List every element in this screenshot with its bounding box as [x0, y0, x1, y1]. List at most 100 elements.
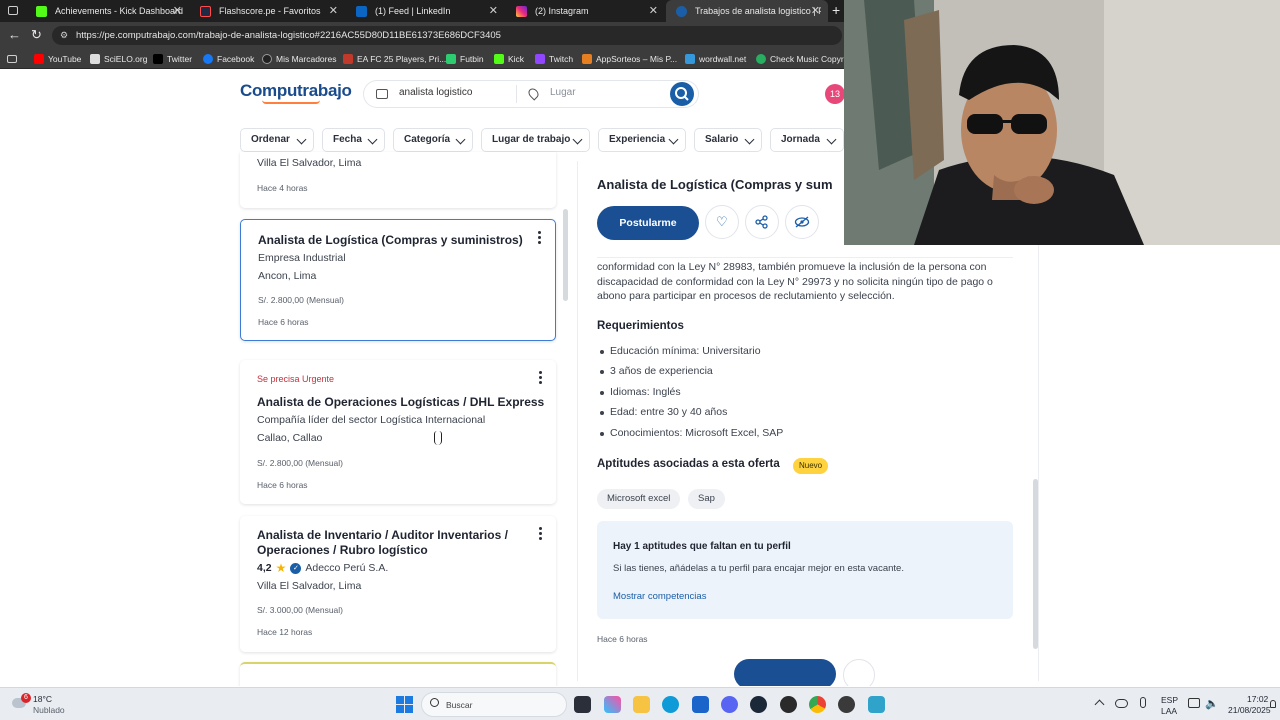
- job-card[interactable]: Se precisa Urgente Analista de Operacion…: [240, 360, 556, 504]
- microphone-icon[interactable]: [1140, 697, 1146, 708]
- skills-heading: Aptitudes asociadas a esta oferta: [597, 458, 780, 470]
- url-field[interactable]: ⚙ https://pe.computrabajo.com/trabajo-de…: [52, 26, 842, 45]
- bookmark-kick[interactable]: Kick: [494, 52, 524, 66]
- webcam-feed: [844, 0, 1280, 245]
- more-options-icon[interactable]: [539, 371, 542, 386]
- bookmark-wordwall[interactable]: wordwall.net: [685, 52, 746, 66]
- bookmark-eafc[interactable]: EA FC 25 Players, Pri...: [343, 52, 446, 66]
- close-icon[interactable]: ✕: [811, 4, 820, 17]
- notepad-icon[interactable]: [868, 696, 885, 713]
- job-card-partial[interactable]: Villa El Salvador, Lima Hace 4 horas: [240, 152, 556, 208]
- store-icon[interactable]: [692, 696, 709, 713]
- appsorteos-icon: [582, 54, 592, 64]
- bookmark-label: Check Music Copyri...: [770, 54, 853, 64]
- favorite-button-bottom[interactable]: [843, 659, 875, 686]
- tab-search-icon[interactable]: [8, 6, 18, 15]
- discord-icon[interactable]: [721, 696, 738, 713]
- bookmark-futbin[interactable]: Futbin: [446, 52, 484, 66]
- task-view-icon[interactable]: [574, 696, 591, 713]
- filter-label: Salario: [705, 134, 739, 145]
- bookmark-label: Facebook: [217, 54, 255, 64]
- clock-time[interactable]: 17:02: [1247, 694, 1268, 704]
- bookmark-appsorteos[interactable]: AppSorteos – Mis P...: [582, 52, 677, 66]
- close-icon[interactable]: ✕: [329, 4, 338, 17]
- chevron-up-icon[interactable]: [1094, 699, 1105, 710]
- close-icon[interactable]: ✕: [649, 4, 658, 17]
- filter-fecha[interactable]: Fecha: [322, 128, 385, 152]
- speaker-icon[interactable]: 🔈: [1205, 697, 1219, 710]
- taskbar-search[interactable]: Buscar: [421, 692, 567, 717]
- file-explorer-icon[interactable]: [633, 696, 650, 713]
- steam-icon[interactable]: [750, 696, 767, 713]
- bookmark-check-music[interactable]: Check Music Copyri...: [756, 52, 853, 66]
- location-input[interactable]: Lugar: [550, 87, 576, 98]
- bookmark-scielo[interactable]: SciELO.org: [90, 52, 147, 66]
- check-icon: [756, 54, 766, 64]
- language-line1[interactable]: ESP: [1161, 695, 1178, 705]
- hide-button[interactable]: [785, 205, 819, 239]
- bookmark-twitter[interactable]: Twitter: [153, 52, 192, 66]
- search-input[interactable]: analista logistico: [399, 87, 472, 98]
- chrome-icon[interactable]: [809, 696, 826, 713]
- close-icon[interactable]: ✕: [489, 4, 498, 17]
- site-info-icon[interactable]: ⚙: [60, 26, 68, 45]
- bookmark-mis-marcadores[interactable]: Mis Marcadores: [262, 52, 336, 66]
- logo-swoosh: [262, 100, 320, 104]
- search-button[interactable]: [670, 82, 694, 106]
- apply-button[interactable]: Postularme: [597, 206, 699, 240]
- copilot-icon[interactable]: [604, 696, 621, 713]
- tab-flashscore[interactable]: Flashscore.pe - Favoritos ✕: [190, 0, 346, 22]
- bookmark-youtube[interactable]: YouTube: [34, 52, 81, 66]
- start-button[interactable]: [396, 696, 413, 713]
- notification-icon[interactable]: [1270, 700, 1276, 708]
- chevron-down-icon: [367, 134, 378, 145]
- job-card-selected[interactable]: Analista de Logística (Compras y suminis…: [240, 219, 556, 341]
- filter-salario[interactable]: Salario: [694, 128, 762, 152]
- tab-kick[interactable]: Achievements - Kick Dashboard ✕: [26, 0, 190, 22]
- bookmark-facebook[interactable]: Facebook: [203, 52, 254, 66]
- close-icon[interactable]: ✕: [173, 4, 182, 17]
- job-title: Analista de Operaciones Logísticas / DHL…: [257, 395, 545, 409]
- star-icon: ★: [275, 561, 287, 575]
- weather-widget[interactable]: 6 18°C Nublado: [8, 691, 78, 718]
- xbox-icon[interactable]: [838, 696, 855, 713]
- more-options-icon[interactable]: [538, 231, 541, 246]
- filter-categoria[interactable]: Categoría: [393, 128, 473, 152]
- network-icon[interactable]: [1188, 698, 1200, 708]
- clock-date[interactable]: 21/08/2025: [1228, 705, 1271, 715]
- filter-ordenar[interactable]: Ordenar: [240, 128, 314, 152]
- scielo-icon: [90, 54, 100, 64]
- filter-jornada[interactable]: Jornada: [770, 128, 844, 152]
- job-card-next[interactable]: [240, 662, 556, 686]
- job-time: Hace 12 horas: [257, 627, 313, 637]
- apps-icon[interactable]: [7, 55, 17, 63]
- app-icon[interactable]: [780, 696, 797, 713]
- filter-experiencia[interactable]: Experiencia: [598, 128, 686, 152]
- filter-lugar-trabajo[interactable]: Lugar de trabajo: [481, 128, 590, 152]
- share-button[interactable]: [745, 205, 779, 239]
- filter-label: Ordenar: [251, 134, 290, 145]
- detail-scrollbar[interactable]: [1033, 479, 1038, 649]
- bookmark-twitch[interactable]: Twitch: [535, 52, 573, 66]
- cloud-icon[interactable]: [1115, 699, 1128, 708]
- computrabajo-logo[interactable]: Computrabajo: [240, 81, 352, 101]
- apply-button-bottom[interactable]: [734, 659, 836, 686]
- tab-computrabajo[interactable]: Trabajos de analista logistico | Po ✕: [666, 0, 828, 22]
- language-line2[interactable]: LAA: [1161, 706, 1177, 716]
- tab-instagram[interactable]: (2) Instagram ✕: [506, 0, 666, 22]
- job-time: Hace 4 horas: [257, 183, 308, 193]
- results-scrollbar[interactable]: [563, 209, 568, 301]
- notifications-badge[interactable]: 13: [825, 84, 845, 104]
- job-title-line1: Analista de Inventario / Auditor Inventa…: [257, 528, 508, 542]
- flashscore-icon: [200, 5, 211, 17]
- reload-icon[interactable]: ↻: [31, 27, 42, 43]
- back-icon[interactable]: ←: [8, 27, 21, 42]
- more-options-icon[interactable]: [539, 527, 542, 542]
- job-card[interactable]: Analista de Inventario / Auditor Inventa…: [240, 516, 556, 652]
- instagram-icon: [516, 5, 527, 17]
- favorite-button[interactable]: ♡: [705, 205, 739, 239]
- edge-icon[interactable]: [662, 696, 679, 713]
- new-tab-icon[interactable]: +: [832, 2, 840, 18]
- show-skills-link[interactable]: Mostrar competencias: [613, 591, 706, 602]
- tab-linkedin[interactable]: (1) Feed | LinkedIn ✕: [346, 0, 506, 22]
